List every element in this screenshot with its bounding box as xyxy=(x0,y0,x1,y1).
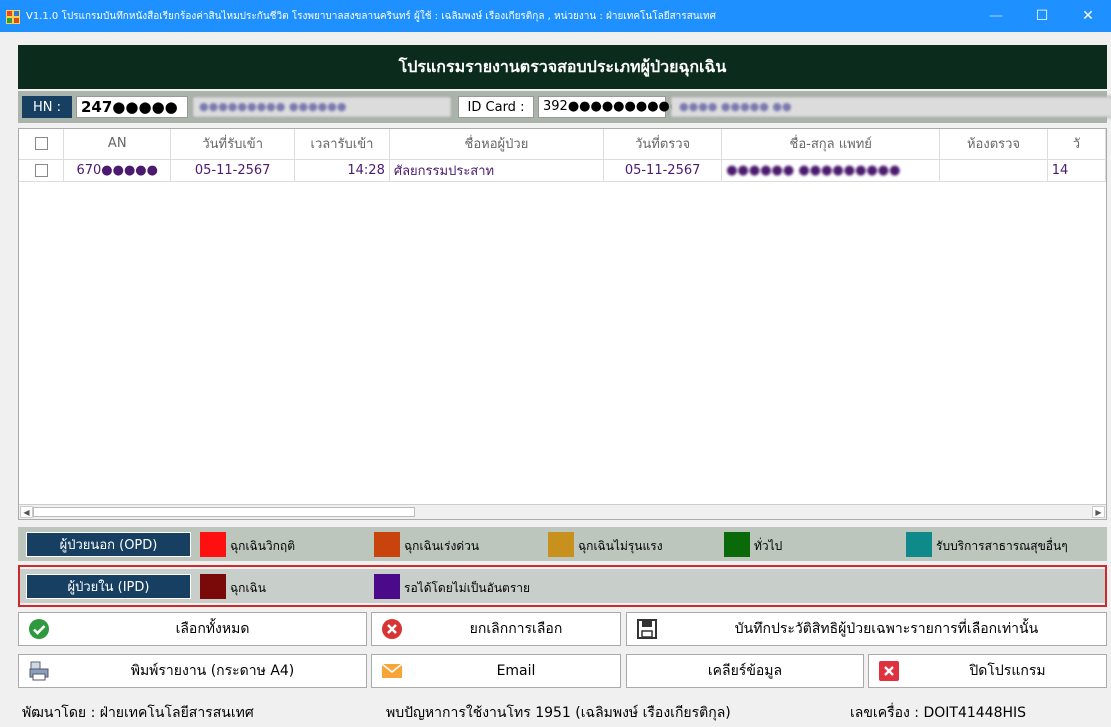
cell-exam-date: 05-11-2567 xyxy=(603,159,723,182)
envelope-icon xyxy=(372,662,412,680)
clear-data-label: เคลียร์ข้อมูล xyxy=(707,663,783,679)
cell-room xyxy=(939,159,1048,182)
patient-name-field: ●●●●●●●●● ●●●●●● xyxy=(192,96,452,118)
row-checkbox[interactable] xyxy=(34,163,48,177)
cancel-select-label: ยกเลิกการเลือก xyxy=(469,621,563,637)
cell-an-value: 670●●●●● xyxy=(76,162,158,178)
cell-admit-date: 05-11-2567 xyxy=(170,159,296,182)
column-header-doctor[interactable]: ชื่อ-สกุล แพทย์ xyxy=(721,129,941,160)
print-label: พิมพ์รายงาน (กระดาษ A4) xyxy=(130,663,295,679)
critical-label: ฉุกเฉินวิกฤติ xyxy=(230,539,295,553)
title-bar: V1.1.0 โปรแกรมบันทึกหนังสือเรียกร้องค่าส… xyxy=(0,0,1111,32)
hn-input[interactable]: 247●●●●● xyxy=(76,96,188,118)
app-icon xyxy=(6,9,20,24)
status-bar: พัฒนาโดย : ฝ่ายเทคโนโลยีสารสนเทศ พบปัญหา… xyxy=(0,697,1111,727)
cell-doctor: ●●●●●● ●●●●●●●●● xyxy=(721,159,941,182)
floppy-disk-icon xyxy=(627,618,667,640)
column-header-an[interactable]: AN xyxy=(63,129,172,160)
select-all-button[interactable]: เลือกทั้งหมด xyxy=(18,612,367,646)
close-icon xyxy=(869,661,909,681)
header-checkbox[interactable] xyxy=(34,137,48,151)
close-program-button[interactable]: ปิดโปรแกรม xyxy=(868,654,1107,688)
row-checkbox-cell[interactable] xyxy=(19,159,65,182)
select-all-checkbox-header[interactable] xyxy=(19,129,65,160)
other-service-swatch xyxy=(906,532,932,557)
cancel-circle-icon xyxy=(372,618,412,640)
column-header-exam-date[interactable]: วันที่ตรวจ xyxy=(603,129,723,160)
nonsevere-swatch xyxy=(548,532,574,557)
table-row[interactable]: 670●●●●● 05-11-2567 14:28 ศัลยกรรมประสาท… xyxy=(19,159,1106,182)
urgent-label: ฉุกเฉินเร่งด่วน xyxy=(404,539,480,553)
horizontal-scrollbar[interactable]: ◀ ▶ xyxy=(19,504,1106,519)
patient-grid[interactable]: AN วันที่รับเข้า เวลารับเข้า ชื่อหอผู้ป่… xyxy=(18,128,1107,520)
other-service-label: รับบริการสาธารณสุขอื่นๆ xyxy=(936,539,1068,553)
cell-ward: ศัลยกรรมประสาท xyxy=(389,159,605,182)
email-button[interactable]: Email xyxy=(371,654,621,688)
ipd-highlight-frame xyxy=(18,565,1107,607)
general-swatch xyxy=(724,532,750,557)
close-program-label: ปิดโปรแกรม xyxy=(969,663,1046,679)
developer-text: พัฒนาโดย : ฝ่ายเทคโนโลยีสารสนเทศ xyxy=(22,705,254,721)
grid-header-row: AN วันที่รับเข้า เวลารับเข้า ชื่อหอผู้ป่… xyxy=(19,129,1106,160)
critical-swatch xyxy=(200,532,226,557)
scrollbar-thumb[interactable] xyxy=(33,507,415,517)
maximize-button[interactable]: ☐ xyxy=(1019,0,1065,32)
idcard-label: ID Card : xyxy=(458,96,534,118)
hn-label: HN : xyxy=(22,96,72,118)
cancel-select-button[interactable]: ยกเลิกการเลือก xyxy=(371,612,621,646)
close-window-button[interactable]: ✕ xyxy=(1065,0,1111,32)
clear-data-button[interactable]: เคลียร์ข้อมูล xyxy=(626,654,864,688)
select-all-label: เลือกทั้งหมด xyxy=(175,621,250,637)
opd-legend-row: ผู้ป่วยนอก (OPD) ฉุกเฉินวิกฤติ ฉุกเฉินเร… xyxy=(18,527,1107,561)
column-header-extra[interactable]: วั xyxy=(1047,129,1106,160)
patient-info-row: HN : 247●●●●● ●●●●●●●●● ●●●●●● ID Card :… xyxy=(18,91,1111,123)
column-header-admit-time[interactable]: เวลารับเข้า xyxy=(294,129,390,160)
machine-id-text: เลขเครื่อง : DOIT41448HIS xyxy=(850,705,1027,721)
minimize-button[interactable]: — xyxy=(973,0,1019,32)
idcard-name-field: ●●●● ●●●●● ●● xyxy=(670,96,1111,118)
cell-extra: 14 xyxy=(1047,159,1106,182)
urgent-swatch xyxy=(374,532,400,557)
nonsevere-label: ฉุกเฉินไม่รุนแรง xyxy=(578,539,663,553)
scroll-left-icon[interactable]: ◀ xyxy=(20,506,33,518)
window-title: V1.1.0 โปรแกรมบันทึกหนังสือเรียกร้องค่าส… xyxy=(26,10,716,22)
column-header-ward[interactable]: ชื่อหอผู้ป่วย xyxy=(389,129,605,160)
save-selected-label: บันทึกประวัติสิทธิผู้ป่วยเฉพาะรายการที่เ… xyxy=(734,621,1039,637)
save-selected-button[interactable]: บันทึกประวัติสิทธิผู้ป่วยเฉพาะรายการที่เ… xyxy=(626,612,1107,646)
check-circle-icon xyxy=(19,618,59,640)
column-header-room[interactable]: ห้องตรวจ xyxy=(939,129,1048,160)
idcard-input[interactable]: 392●●●●●●●●●● xyxy=(538,96,681,118)
printer-icon xyxy=(19,660,59,682)
contact-text: พบปัญหาการใช้งานโทร 1951 (เฉลิมพงษ์ เรือ… xyxy=(386,705,731,721)
print-button[interactable]: พิมพ์รายงาน (กระดาษ A4) xyxy=(18,654,367,688)
cell-an: 670●●●●● xyxy=(63,159,172,182)
general-label: ทั่วไป xyxy=(754,539,783,553)
page-title: โปรแกรมรายงานตรวจสอบประเภทผู้ป่วยฉุกเฉิน xyxy=(18,45,1107,89)
cell-admit-time: 14:28 xyxy=(294,159,390,182)
opd-button[interactable]: ผู้ป่วยนอก (OPD) xyxy=(26,532,191,557)
column-header-admit-date[interactable]: วันที่รับเข้า xyxy=(170,129,296,160)
scroll-right-icon[interactable]: ▶ xyxy=(1092,506,1105,518)
email-label: Email xyxy=(496,663,536,679)
